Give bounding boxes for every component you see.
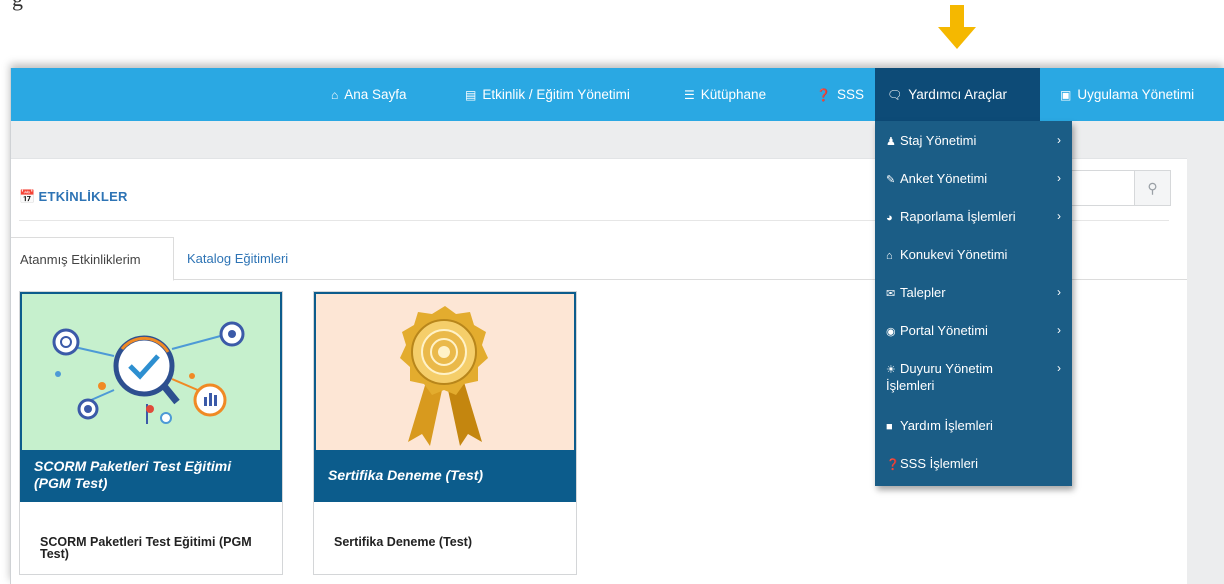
chevron-right-icon: ›: [1057, 209, 1061, 223]
search-box[interactable]: ⚲: [1061, 170, 1171, 206]
tab-katalog-egitimleri[interactable]: Katalog Eğitimleri: [187, 237, 288, 280]
nav-label: Ana Sayfa: [344, 87, 407, 102]
nav-item-yardimci-araclar[interactable]: 🗨 Yardımcı Araçlar: [875, 68, 1040, 121]
course-card-banner: SCORM Paketleri Test Eğitimi (PGM Test): [22, 450, 280, 500]
briefcase-icon: ▤: [465, 87, 477, 102]
browser-frame: ⌂ Ana Sayfa ▤ Etkinlik / Eğitim Yönetimi…: [10, 68, 1224, 584]
course-card-title[interactable]: SCORM Paketleri Test Eğitimi (PGM Test): [40, 536, 270, 561]
menu-item-konukevi-yonetimi[interactable]: ⌂ Konukevi Yönetimi: [875, 247, 1072, 264]
menu-item-label: Yardım İşlemleri: [900, 418, 993, 433]
nav-label: Etkinlik / Eğitim Yönetimi: [482, 87, 630, 102]
chevron-right-icon: ›: [1057, 361, 1061, 375]
user-icon: ♟: [886, 136, 896, 148]
list-icon: ☰: [684, 87, 695, 102]
menu-item-staj-yonetimi[interactable]: ♟ Staj Yönetimi ›: [875, 133, 1072, 150]
menu-item-label: Raporlama İşlemleri: [900, 209, 1016, 224]
top-navigation-bar: ⌂ Ana Sayfa ▤ Etkinlik / Eğitim Yönetimi…: [11, 68, 1224, 121]
course-card[interactable]: SCORM Paketleri Test Eğitimi (PGM Test) …: [19, 291, 283, 575]
analytics-illustration: [22, 294, 280, 454]
course-card-title[interactable]: Sertifika Deneme (Test): [334, 536, 564, 549]
yardimci-araclar-dropdown: ♟ Staj Yönetimi › ✎ Anket Yönetimi › ◕ Rapo…: [875, 121, 1072, 486]
certificate-seal-illustration: [316, 294, 574, 454]
menu-item-label: Anket Yönetimi: [900, 171, 988, 186]
pie-chart-icon: ◕: [886, 212, 893, 224]
search-icon[interactable]: ⚲: [1134, 171, 1170, 205]
comments-icon: ✉: [886, 288, 896, 300]
nav-item-kutuphane[interactable]: ☰ Kütüphane: [684, 68, 766, 121]
home-icon: ⌂: [886, 250, 893, 262]
menu-item-yardim-islemleri[interactable]: ■ Yardım İşlemleri: [875, 418, 1072, 435]
menu-item-label: Portal Yönetimi: [900, 323, 988, 338]
calendar-icon: 📅: [19, 189, 36, 204]
menu-item-label: Duyuru Yönetim İşlemleri: [886, 361, 993, 393]
chevron-right-icon: ›: [1057, 133, 1061, 147]
home-icon: ⌂: [331, 87, 339, 102]
nav-label: SSS: [836, 87, 864, 102]
menu-item-raporlama-islemleri[interactable]: ◕ Raporlama İşlemleri ›: [875, 209, 1072, 226]
menu-item-sss-islemleri[interactable]: ❓SSS İşlemleri: [875, 456, 1072, 473]
page-title: 📅 ETKİNLİKLER: [19, 189, 128, 205]
course-card-image[interactable]: Sertifika Deneme (Test): [314, 292, 576, 502]
page-title-text: ETKİNLİKLER: [38, 189, 128, 204]
menu-item-portal-yonetimi[interactable]: ◉ Portal Yönetimi ›: [875, 323, 1072, 340]
archive-icon: ▣: [1060, 87, 1072, 102]
course-card-image[interactable]: SCORM Paketleri Test Eğitimi (PGM Test): [20, 292, 282, 502]
screenshot-stage: g ⌂ Ana Sayfa ▤ Etkinlik / Eğitim Yöneti…: [0, 0, 1224, 584]
nav-item-uygulama-yonetimi[interactable]: ▣ Uygulama Yönetimi: [1060, 68, 1194, 121]
pencil-square-icon: ■: [886, 421, 893, 433]
chevron-right-icon: ›: [1057, 323, 1061, 337]
comment-icon: 🗨: [887, 87, 903, 102]
nav-label: Kütüphane: [700, 87, 767, 102]
menu-item-duyuru-yonetim-islemleri[interactable]: ☀ Duyuru Yönetim İşlemleri ›: [875, 361, 1072, 393]
tab-atanmis-etkinliklerim[interactable]: Atanmış Etkinliklerim: [11, 237, 174, 281]
question-circle-icon: ❓: [886, 459, 900, 471]
menu-item-talepler[interactable]: ✉ Talepler ›: [875, 285, 1072, 302]
down-arrow-icon: [938, 5, 976, 49]
edit-icon: ✎: [886, 174, 896, 186]
question-circle-icon: ❓: [816, 87, 831, 102]
nav-label: Yardımcı Araçlar: [908, 87, 1008, 102]
course-card-banner: Sertifika Deneme (Test): [316, 450, 574, 500]
course-card[interactable]: Sertifika Deneme (Test) Sertifika Deneme…: [313, 291, 577, 575]
document-heading-fragment: g: [12, 0, 23, 12]
chevron-right-icon: ›: [1057, 285, 1061, 299]
bullhorn-icon: ☀: [886, 364, 896, 376]
bullseye-icon: ◉: [886, 326, 896, 338]
menu-item-label: Staj Yönetimi: [900, 133, 977, 148]
menu-item-anket-yonetimi[interactable]: ✎ Anket Yönetimi ›: [875, 171, 1072, 188]
chevron-right-icon: ›: [1057, 171, 1061, 185]
menu-item-label: Konukevi Yönetimi: [900, 247, 1008, 262]
nav-item-etkinlik-egitim[interactable]: ▤ Etkinlik / Eğitim Yönetimi: [465, 68, 630, 121]
menu-item-label: Talepler: [900, 285, 946, 300]
nav-item-sss[interactable]: ❓ SSS: [816, 68, 864, 121]
menu-item-label: SSS İşlemleri: [900, 456, 979, 471]
nav-item-ana-sayfa[interactable]: ⌂ Ana Sayfa: [331, 68, 407, 121]
nav-label: Uygulama Yönetimi: [1077, 87, 1195, 102]
